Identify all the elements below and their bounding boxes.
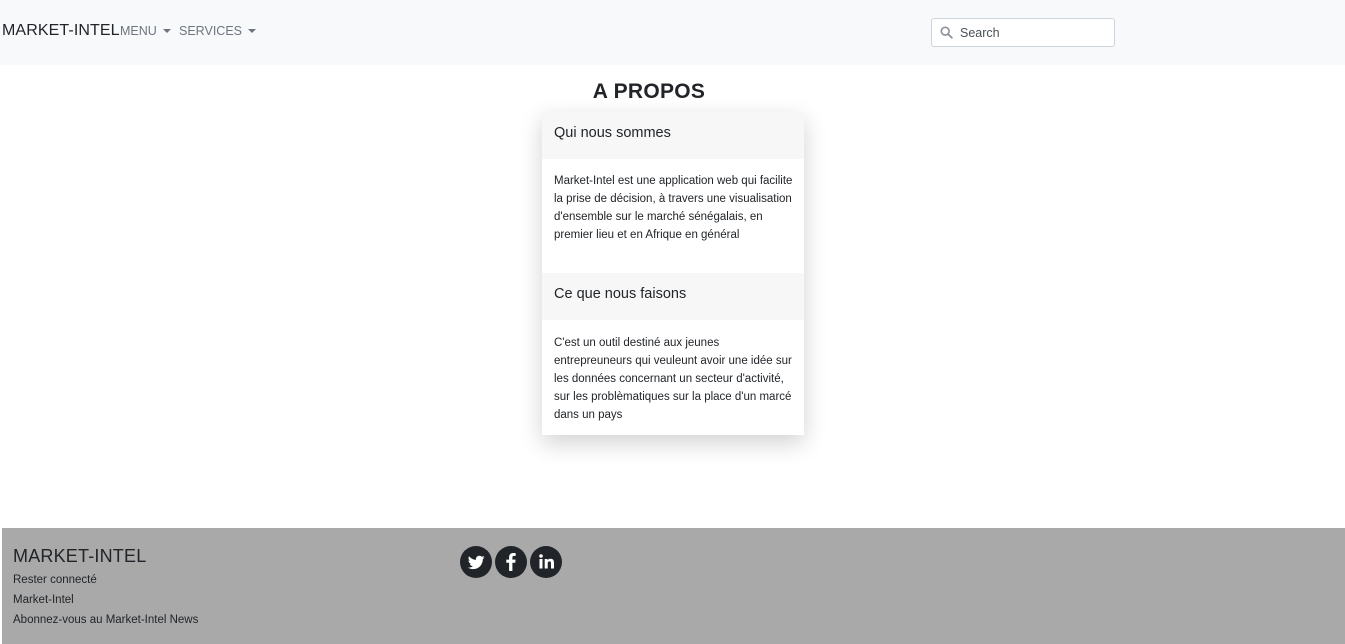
search-box — [931, 18, 1115, 47]
navbar: MARKET-INTEL MENU SERVICES — [0, 0, 1345, 65]
card-header-title: Qui nous sommes — [554, 125, 671, 141]
search-input[interactable] — [960, 19, 1110, 46]
footer-link-stay-connected[interactable]: Rester connecté — [13, 574, 97, 586]
about-card: Qui nous sommes Market-Intel est une app… — [542, 112, 804, 435]
card-header-title: Ce que nous faisons — [554, 286, 687, 302]
twitter-button[interactable] — [460, 546, 492, 578]
menu-dropdown-label: MENU — [120, 24, 157, 38]
facebook-button[interactable] — [495, 546, 527, 578]
services-dropdown-label: SERVICES — [179, 24, 242, 38]
twitter-icon — [468, 555, 485, 570]
footer-link-market-intel[interactable]: Market-Intel — [13, 594, 74, 606]
linkedin-button[interactable] — [530, 546, 562, 578]
card-text-what-we-do: C'est un outil destiné aux jeunes entrep… — [554, 337, 792, 421]
chevron-down-icon — [162, 29, 171, 33]
footer: MARKET-INTEL Rester connecté Market-Inte… — [2, 528, 1345, 644]
card-header-who-we-are: Qui nous sommes — [542, 112, 804, 159]
chevron-down-icon — [248, 29, 256, 33]
facebook-icon — [506, 553, 516, 571]
page-title: A PROPOS — [592, 80, 706, 103]
linkedin-icon — [539, 554, 554, 569]
card-text-who-we-are: Market-Intel est une application web qui… — [554, 175, 793, 241]
search-icon — [940, 26, 953, 39]
navbar-brand[interactable]: MARKET-INTEL — [2, 22, 120, 40]
services-dropdown[interactable]: SERVICES — [179, 24, 256, 38]
menu-dropdown[interactable]: MENU — [120, 24, 171, 38]
footer-link-newsletter[interactable]: Abonnez-vous au Market-Intel News — [13, 614, 198, 626]
footer-brand: MARKET-INTEL — [13, 546, 147, 566]
card-header-what-we-do: Ce que nous faisons — [542, 273, 804, 320]
